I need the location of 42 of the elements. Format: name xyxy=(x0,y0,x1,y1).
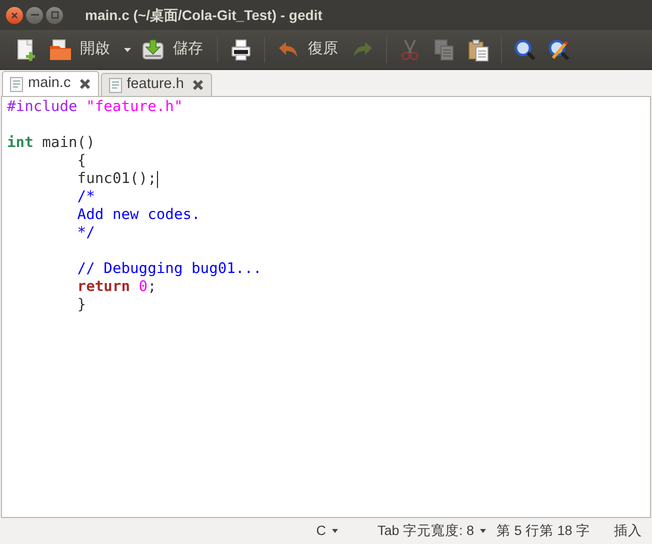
folder-icon xyxy=(48,38,72,62)
close-icon xyxy=(192,79,204,91)
open-button[interactable]: 開啟 xyxy=(43,34,118,66)
code-line: #include "feature.h" xyxy=(7,98,183,116)
code-line: Add new codes. xyxy=(76,206,200,224)
maximize-button[interactable] xyxy=(46,6,63,24)
status-dropdown[interactable]: C xyxy=(298,520,338,542)
code-line: int main() xyxy=(7,134,95,152)
caret-icon xyxy=(480,529,486,533)
clipboard-icon xyxy=(466,38,490,62)
save-button[interactable]: 儲存 xyxy=(136,34,211,66)
close-icon xyxy=(78,78,91,90)
download-drive-icon xyxy=(141,38,165,62)
close-button[interactable] xyxy=(6,6,23,24)
printer-icon xyxy=(229,38,253,62)
file-tab[interactable]: feature.h xyxy=(100,73,212,96)
minimize-button[interactable] xyxy=(26,6,43,24)
text-file-icon xyxy=(108,78,122,92)
status-text: 插入 xyxy=(613,522,642,540)
caret-icon xyxy=(332,529,338,533)
code-line: return 0; xyxy=(76,278,156,296)
text-file-icon xyxy=(10,76,23,92)
magnifier-icon xyxy=(513,38,537,62)
minimize-icon xyxy=(30,14,38,16)
close-tab-button[interactable] xyxy=(78,78,91,90)
status-text: 第 5 行第 18 字 xyxy=(495,522,590,540)
code-line: func01(); xyxy=(76,170,156,188)
close-icon xyxy=(11,12,18,18)
code-line: } xyxy=(76,296,86,314)
maximize-icon xyxy=(50,11,58,19)
caret-icon xyxy=(124,48,130,52)
window-title: main.c (~/桌面/Cola-Git_Test) - gedit xyxy=(85,6,322,25)
status-dropdown[interactable]: Tab 字元寬度: 8 xyxy=(338,520,486,542)
close-tab-button[interactable] xyxy=(192,79,204,91)
undo-button[interactable]: 復原 xyxy=(271,34,346,66)
code-line: /* xyxy=(76,188,95,206)
copy-pages-icon xyxy=(432,38,456,62)
code-line: // Debugging bug01... xyxy=(76,260,262,278)
magnifier-pencil-icon xyxy=(547,38,571,62)
code-line: { xyxy=(76,152,86,170)
code-line: */ xyxy=(76,224,95,242)
file-tab[interactable]: main.c xyxy=(2,71,99,96)
